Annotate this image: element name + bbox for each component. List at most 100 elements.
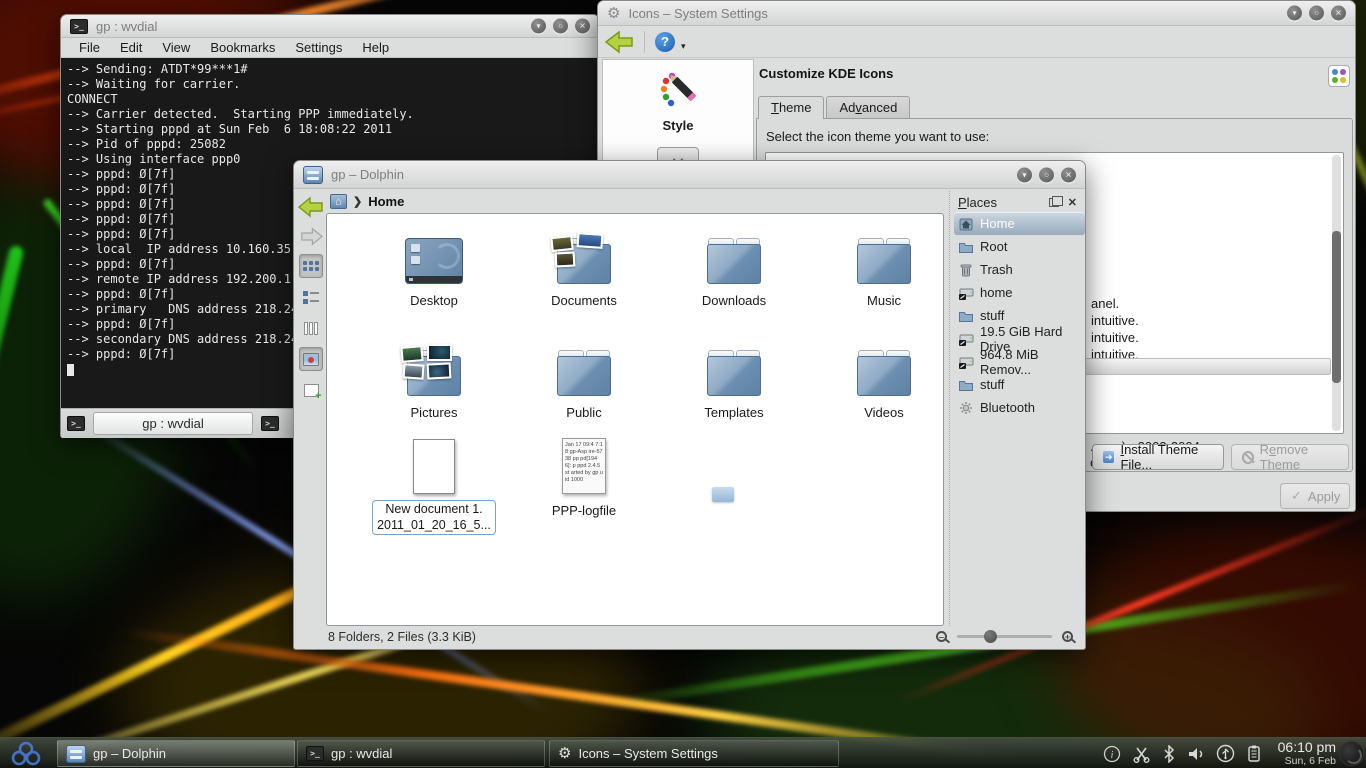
close-panel-icon[interactable]: ✕: [1068, 196, 1077, 209]
help-icon[interactable]: ?: [655, 32, 675, 52]
back-icon[interactable]: [298, 195, 324, 219]
folder-icon: [958, 239, 974, 255]
tile-label: Documents: [509, 293, 659, 308]
tile-desktop[interactable]: Desktop: [359, 228, 509, 308]
float-panel-icon[interactable]: [1049, 198, 1059, 207]
clock[interactable]: 06:10 pm Sun, 6 Feb: [1278, 740, 1336, 767]
place-root[interactable]: Root: [954, 235, 1085, 258]
breadcrumb-separator-icon: ❯: [353, 195, 362, 208]
apply-button[interactable]: ✓ Apply: [1280, 483, 1350, 509]
menu-view[interactable]: View: [152, 39, 200, 56]
place-bluetooth[interactable]: Bluetooth: [954, 396, 1085, 419]
place-home-drive[interactable]: home: [954, 281, 1085, 304]
columns-view-button[interactable]: [299, 316, 323, 340]
place-trash[interactable]: Trash: [954, 258, 1085, 281]
folder-view[interactable]: Desktop Documents Downloads Music: [326, 213, 944, 626]
minimize-button[interactable]: ▾: [1017, 167, 1032, 182]
documents-folder-icon: [557, 238, 611, 284]
clipboard-icon[interactable]: [1246, 744, 1262, 763]
maximize-button[interactable]: ○: [1309, 6, 1324, 21]
task-label: gp : wvdial: [331, 746, 392, 761]
klipper-scissors-icon[interactable]: [1132, 745, 1151, 763]
tile-downloads[interactable]: Downloads: [659, 228, 809, 308]
close-button[interactable]: ✕: [1331, 6, 1346, 21]
home-icon[interactable]: [330, 194, 347, 209]
new-tab-button[interactable]: >_: [67, 416, 85, 431]
place-removable[interactable]: 964.8 MiB Remov...: [954, 350, 1085, 373]
folder-icon: [857, 350, 911, 396]
dolphin-titlebar[interactable]: gp – Dolphin ▾ ○ ✕: [294, 161, 1085, 189]
split-view-button[interactable]: [299, 378, 323, 402]
gear-icon: ⚙: [607, 6, 620, 21]
panel-toolbox-icon[interactable]: [1339, 741, 1364, 766]
bluetooth-icon[interactable]: [1162, 745, 1176, 763]
drive-icon: [958, 354, 974, 370]
tile-music[interactable]: Music: [809, 228, 944, 308]
maximize-button[interactable]: ○: [1039, 167, 1054, 182]
info-icon[interactable]: i: [1103, 745, 1121, 763]
trash-icon: [958, 262, 974, 278]
konsole-tab-label: gp : wvdial: [142, 416, 203, 431]
chevron-down-icon[interactable]: ▾: [681, 41, 686, 52]
settings-titlebar[interactable]: ⚙ Icons – System Settings ▾ ○ ✕: [598, 1, 1355, 26]
maximize-button[interactable]: ○: [553, 19, 568, 34]
close-button[interactable]: ✕: [1061, 167, 1076, 182]
zoom-slider[interactable]: [957, 635, 1052, 638]
task-system-settings[interactable]: ⚙ Icons – System Settings: [549, 740, 839, 767]
icons-view-icon: [303, 261, 319, 271]
konsole-tab[interactable]: gp : wvdial: [93, 412, 253, 435]
dolphin-icon: [66, 745, 86, 763]
sidebar-item-style[interactable]: Style: [603, 60, 753, 133]
tab-theme[interactable]: Theme: [758, 96, 824, 119]
tile-public[interactable]: Public: [509, 340, 659, 420]
clock-date: Sun, 6 Feb: [1278, 755, 1336, 767]
new-tab-button-right[interactable]: >_: [261, 416, 279, 431]
forward-icon[interactable]: [300, 226, 323, 247]
tile-templates[interactable]: Templates: [659, 340, 809, 420]
back-icon[interactable]: [604, 29, 634, 55]
places-header: Places ✕: [954, 193, 1085, 212]
tile-videos[interactable]: Videos: [809, 340, 944, 420]
konsole-titlebar[interactable]: >_ gp : wvdial ▾ ○ ✕: [61, 15, 599, 38]
menu-settings[interactable]: Settings: [285, 39, 352, 56]
svg-text:i: i: [1111, 750, 1114, 761]
minimize-button[interactable]: ▾: [1287, 6, 1302, 21]
scrollbar-thumb[interactable]: [1332, 231, 1341, 383]
tile-new-document[interactable]: New document 1. 2011_01_20_16_5...: [359, 432, 509, 535]
terminal-line: --> Starting pppd at Sun Feb 6 18:08:22 …: [67, 122, 593, 137]
zoom-in-icon[interactable]: +: [1062, 631, 1073, 642]
sidebar-item-label: Style: [603, 118, 753, 133]
menu-help[interactable]: Help: [352, 39, 399, 56]
tab-advanced[interactable]: Advanced: [826, 96, 910, 119]
tile-label: Downloads: [659, 293, 809, 308]
device-notifier-icon[interactable]: [1216, 744, 1235, 763]
install-theme-button[interactable]: ➜ Install Theme File...: [1092, 444, 1224, 470]
pictures-folder-icon: [407, 350, 461, 396]
place-home[interactable]: Home: [954, 212, 1085, 235]
breadcrumb-home[interactable]: Home: [368, 194, 404, 209]
task-dolphin[interactable]: gp – Dolphin: [57, 740, 295, 767]
menu-edit[interactable]: Edit: [110, 39, 152, 56]
clock-time: 06:10 pm: [1278, 740, 1336, 755]
details-view-button[interactable]: [299, 285, 323, 309]
volume-icon[interactable]: [1187, 745, 1205, 763]
tile-ppp-logfile[interactable]: Jan 17 09:4 7:18 gp-Asp ire-5738 pp pd[1…: [509, 432, 659, 518]
close-button[interactable]: ✕: [575, 19, 590, 34]
tile-pictures[interactable]: Pictures: [359, 340, 509, 420]
tile-documents[interactable]: Documents: [509, 228, 659, 308]
remove-theme-button[interactable]: Remove Theme: [1231, 444, 1349, 470]
menu-file[interactable]: File: [69, 39, 110, 56]
konsole-title: gp : wvdial: [96, 19, 157, 34]
scrollbar[interactable]: [1332, 155, 1341, 431]
tile-label: Desktop: [359, 293, 509, 308]
launcher-icon[interactable]: [6, 739, 46, 768]
minimize-button[interactable]: ▾: [531, 19, 546, 34]
preview-icon: [303, 353, 319, 366]
places-title: Places: [958, 195, 997, 210]
icons-view-button[interactable]: [299, 254, 323, 278]
zoom-slider-handle[interactable]: [984, 630, 997, 643]
zoom-out-icon[interactable]: –: [936, 631, 947, 642]
task-konsole[interactable]: >_ gp : wvdial: [297, 740, 545, 767]
menu-bookmarks[interactable]: Bookmarks: [200, 39, 285, 56]
preview-toggle-button[interactable]: [299, 347, 323, 371]
